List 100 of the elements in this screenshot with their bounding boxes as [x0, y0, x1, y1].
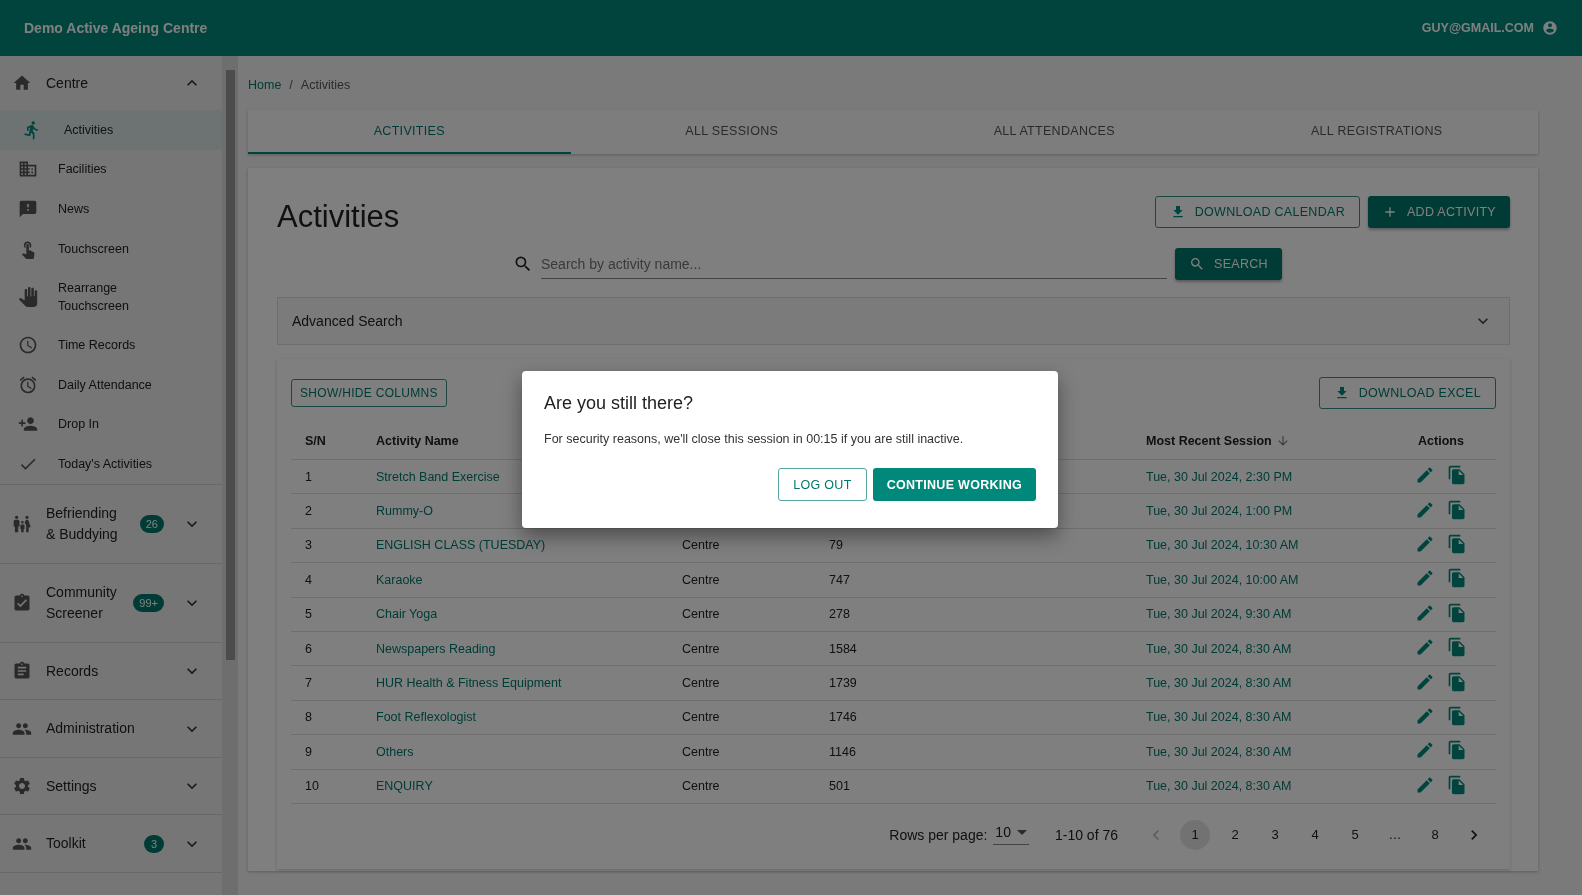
sidebar-item[interactable]: Time Records [0, 325, 222, 365]
sidebar-item[interactable]: News [0, 189, 222, 229]
download-excel-button[interactable]: DOWNLOAD EXCEL [1318, 377, 1496, 409]
copy-icon[interactable] [1447, 499, 1467, 520]
page-button[interactable]: 2 [1220, 819, 1250, 850]
sidebar-section[interactable]: Centre [0, 56, 222, 110]
activity-link[interactable]: Newspapers Reading [376, 641, 496, 656]
copy-icon[interactable] [1447, 705, 1467, 726]
edit-icon[interactable] [1415, 671, 1435, 692]
activity-link[interactable]: Chair Yoga [376, 607, 438, 622]
download-calendar-button[interactable]: DOWNLOAD CALENDAR [1154, 196, 1360, 228]
sidebar-item[interactable]: Activities [0, 110, 222, 150]
session-link[interactable]: Tue, 30 Jul 2024, 8:30 AM [1146, 779, 1292, 794]
copy-icon[interactable] [1447, 740, 1467, 761]
copy-icon[interactable] [1447, 533, 1467, 554]
sidebar-item[interactable]: Daily Attendance [0, 364, 222, 405]
session-link[interactable]: Tue, 30 Jul 2024, 10:30 AM [1146, 538, 1299, 553]
column-header[interactable]: Most Recent Session [1146, 434, 1272, 448]
edit-icon[interactable] [1415, 533, 1435, 554]
session-link[interactable]: Tue, 30 Jul 2024, 8:30 AM [1146, 710, 1292, 725]
page-button[interactable]: 3 [1260, 819, 1290, 850]
user-email[interactable]: GUY@GMAIL.COM [1421, 21, 1534, 35]
table-cell: 4 [305, 572, 312, 587]
activity-link[interactable]: Stretch Band Exercise [376, 469, 500, 484]
show-hide-columns-button[interactable]: SHOW/HIDE COLUMNS [291, 379, 447, 407]
session-link[interactable]: Tue, 30 Jul 2024, 8:30 AM [1146, 641, 1292, 656]
sidebar-section[interactable]: Records [0, 642, 222, 700]
sidebar-section[interactable]: Toolkit 3 [0, 815, 222, 872]
session-link[interactable]: Tue, 30 Jul 2024, 10:00 AM [1146, 572, 1299, 587]
activity-link[interactable]: Others [376, 744, 414, 759]
sidebar-section[interactable]: Community Screener 99+ [0, 563, 222, 642]
app-title: Demo Active Ageing Centre [24, 20, 208, 36]
session-link[interactable]: Tue, 30 Jul 2024, 2:30 PM [1146, 469, 1293, 484]
table-cell: 10 [305, 779, 319, 794]
page-button[interactable]: 8 [1420, 819, 1450, 850]
continue-button[interactable]: CONTINUE WORKING [872, 468, 1036, 501]
rows-per-page-label: Rows per page: [889, 826, 988, 843]
edit-icon[interactable] [1415, 602, 1435, 623]
add-activity-button[interactable]: ADD ACTIVITY [1367, 196, 1510, 228]
search-icon [513, 254, 533, 274]
edit-icon[interactable] [1415, 740, 1435, 761]
activity-link[interactable]: Foot Reflexologist [376, 710, 477, 725]
session-link[interactable]: Tue, 30 Jul 2024, 1:00 PM [1146, 504, 1293, 519]
tab[interactable]: ALL SESSIONS [570, 110, 893, 154]
activity-link[interactable]: ENGLISH CLASS (TUESDAY) [376, 538, 546, 553]
edit-icon[interactable] [1415, 637, 1435, 658]
edit-icon[interactable] [1415, 774, 1435, 795]
copy-icon[interactable] [1447, 671, 1467, 692]
table-cell: Centre [682, 572, 720, 587]
page-button[interactable]: 5 [1340, 819, 1370, 850]
table-cell: 6 [305, 641, 312, 656]
count-badge: 99+ [133, 593, 164, 612]
session-link[interactable]: Tue, 30 Jul 2024, 8:30 AM [1146, 676, 1292, 691]
session-link[interactable]: Tue, 30 Jul 2024, 8:30 AM [1146, 744, 1292, 759]
advanced-search-panel[interactable]: Advanced Search [277, 297, 1510, 345]
activity-link[interactable]: Rummy-O [376, 504, 433, 519]
breadcrumb-link[interactable]: Home [248, 78, 282, 92]
table-cell: 1739 [829, 676, 857, 691]
activity-link[interactable]: HUR Health & Fitness Equipment [376, 676, 562, 691]
sidebar-item[interactable]: Drop In [0, 404, 222, 445]
table-cell: Centre [682, 538, 720, 553]
table-cell: 1584 [829, 641, 857, 656]
table-cell: 1746 [829, 710, 857, 725]
sidebar-item[interactable]: Today's Activities [0, 444, 222, 484]
sidebar-section[interactable]: Administration [0, 700, 222, 757]
account-icon[interactable] [1542, 20, 1558, 36]
log-out-button[interactable]: LOG OUT [778, 468, 867, 501]
edit-icon[interactable] [1415, 568, 1435, 589]
session-link[interactable]: Tue, 30 Jul 2024, 9:30 AM [1146, 607, 1292, 622]
page-button[interactable]: … [1380, 819, 1410, 850]
copy-icon[interactable] [1447, 568, 1467, 589]
sidebar-item[interactable]: Rearrange Touchscreen [0, 268, 222, 326]
tab[interactable]: ACTIVITIES [248, 110, 571, 154]
sidebar-section[interactable]: Befriending & Buddying 26 [0, 484, 222, 563]
copy-icon[interactable] [1447, 774, 1467, 795]
search-field[interactable]: Search by activity name... [541, 249, 1167, 279]
page-button[interactable]: 1 [1180, 819, 1210, 850]
table-cell: 8 [305, 710, 312, 725]
tab[interactable]: ALL ATTENDANCES [893, 110, 1216, 154]
tab[interactable]: ALL REGISTRATIONS [1215, 110, 1538, 154]
clipboard-check-icon [12, 592, 32, 613]
edit-icon[interactable] [1415, 705, 1435, 726]
sidebar-section[interactable]: Settings [0, 757, 222, 815]
page-button[interactable]: 4 [1300, 819, 1330, 850]
table-cell: Centre [682, 607, 720, 622]
edit-icon[interactable] [1415, 499, 1435, 520]
sidebar-item[interactable]: Touchscreen [0, 228, 222, 269]
activity-link[interactable]: ENQUIRY [376, 779, 433, 794]
dropdown-arrow-icon [1016, 829, 1027, 835]
page-title: Activities [277, 199, 400, 235]
copy-icon[interactable] [1447, 637, 1467, 658]
copy-icon[interactable] [1447, 602, 1467, 623]
clipboard-icon [12, 661, 32, 681]
page-range: 1-10 of 76 [1054, 826, 1118, 843]
search-button[interactable]: SEARCH [1175, 248, 1282, 280]
activity-link[interactable]: Karaoke [376, 572, 423, 587]
edit-icon[interactable] [1415, 465, 1435, 486]
copy-icon[interactable] [1447, 465, 1467, 486]
scrollbar[interactable] [222, 56, 238, 895]
rows-per-page-select[interactable]: 10 [993, 824, 1029, 846]
